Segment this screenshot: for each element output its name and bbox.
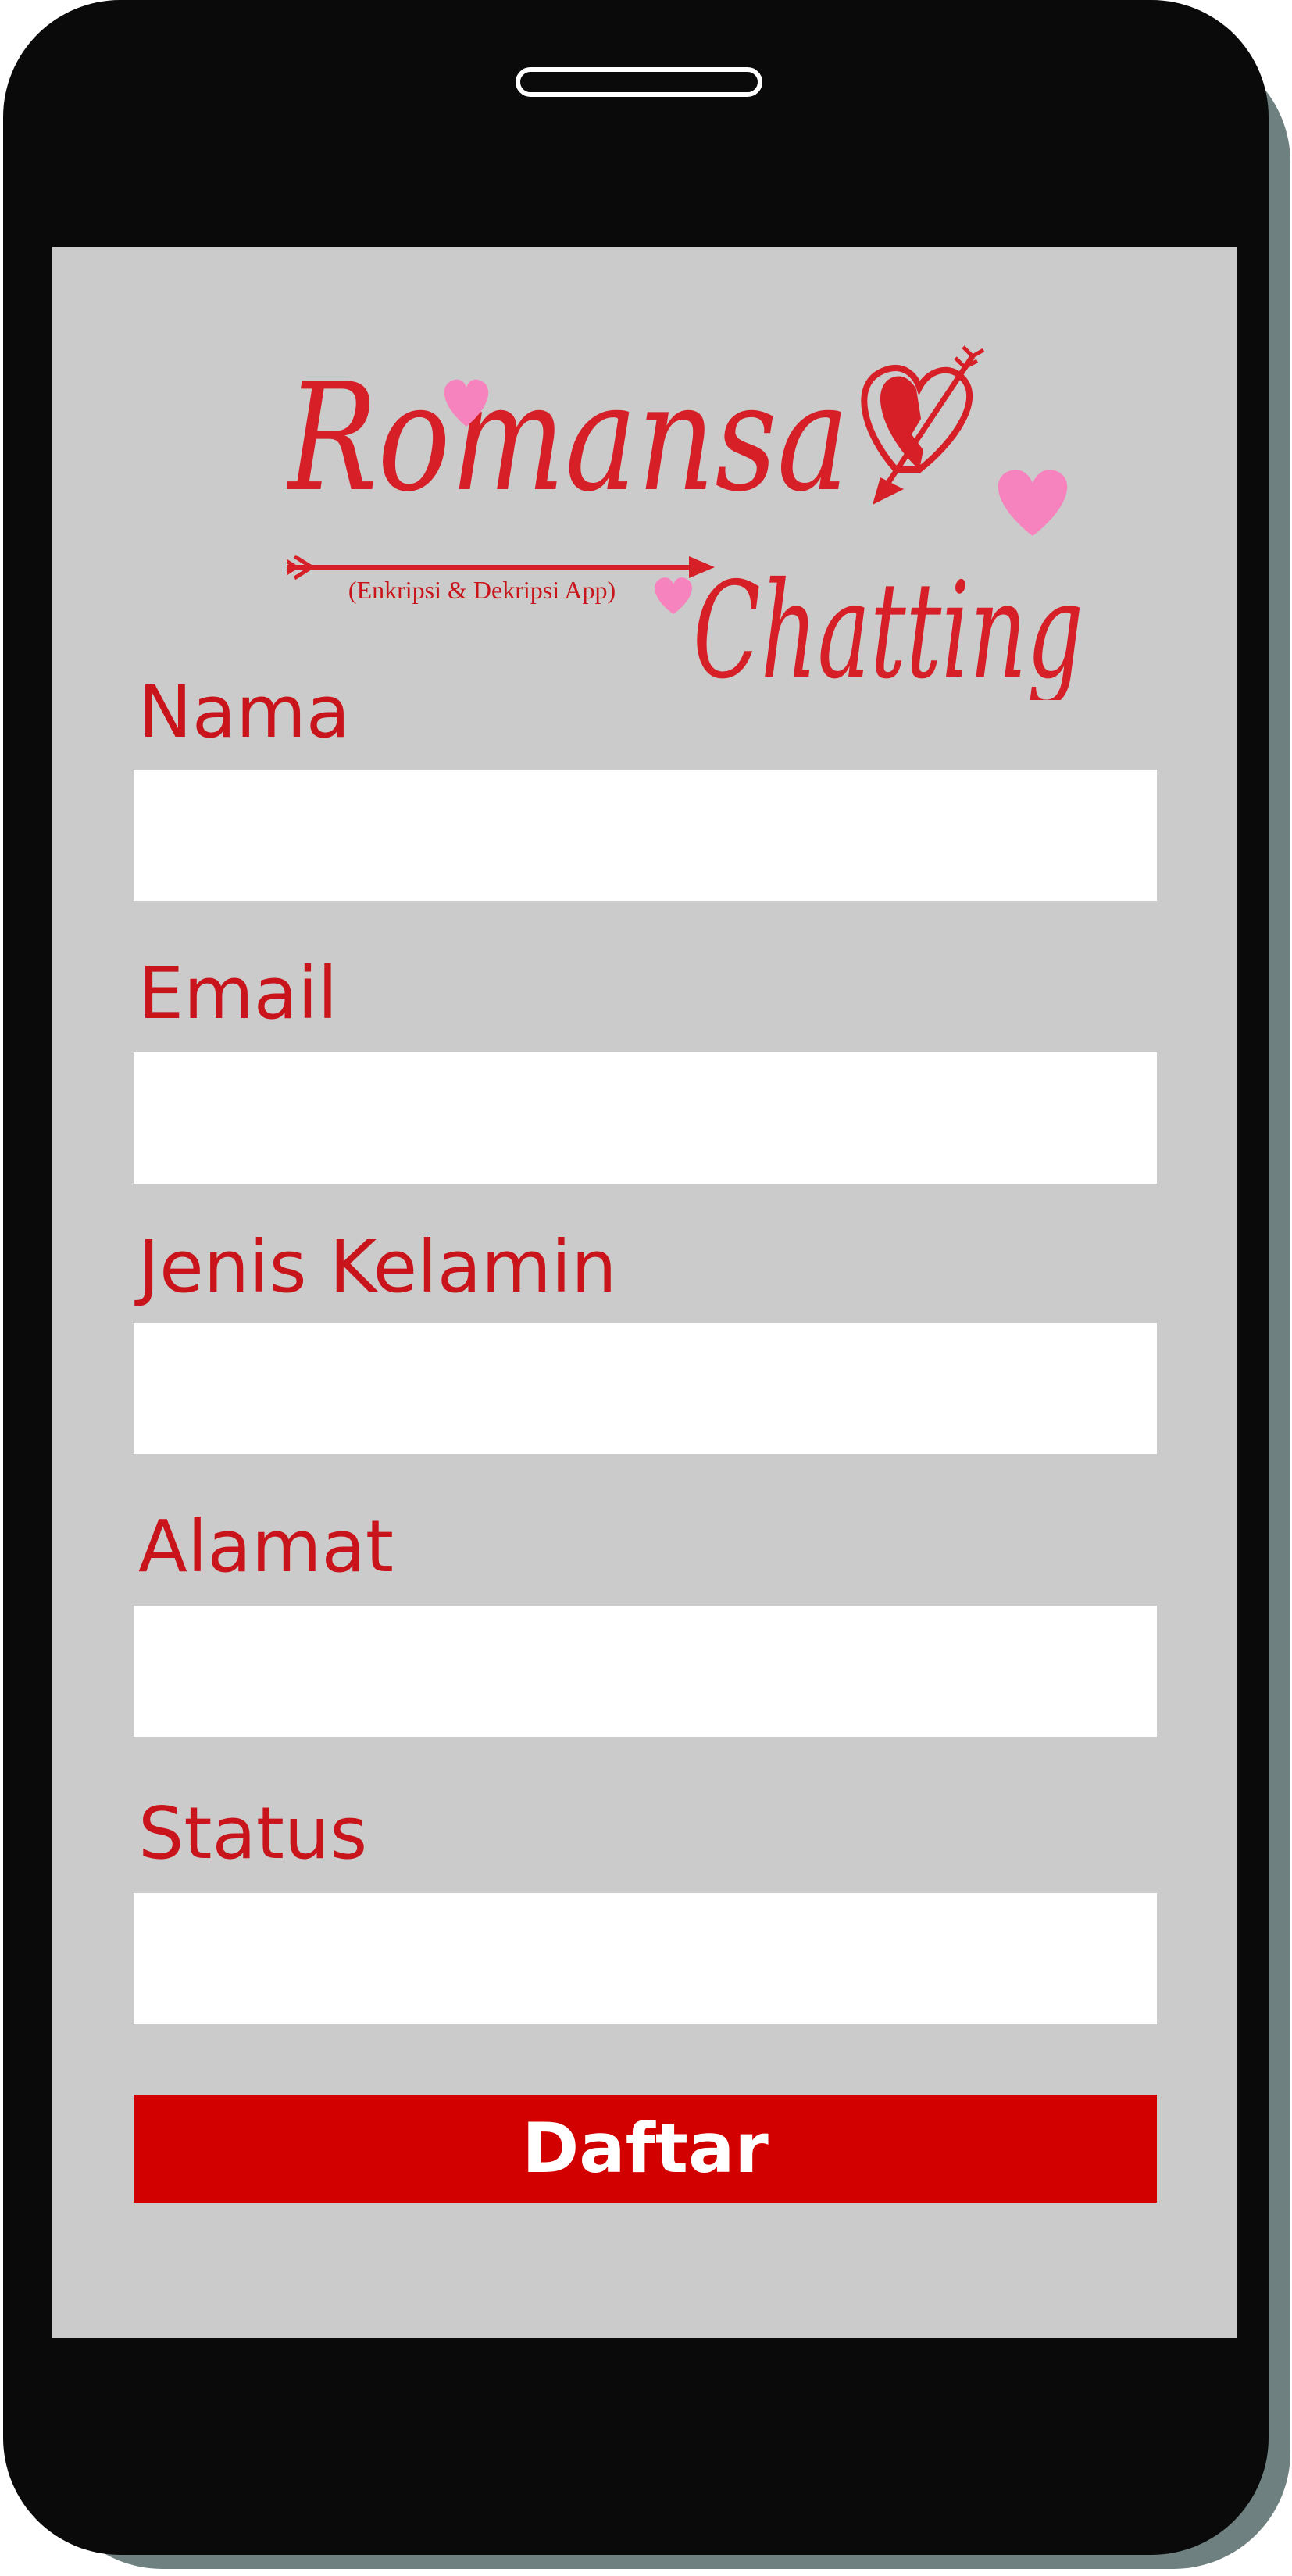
address-label: Alamat xyxy=(138,1505,394,1588)
arrow-icon xyxy=(287,554,715,581)
broken-heart-arrow-icon xyxy=(861,345,985,505)
status-label: Status xyxy=(138,1792,368,1875)
email-input[interactable] xyxy=(134,1052,1157,1184)
status-input[interactable] xyxy=(134,1893,1157,2024)
phone-speaker xyxy=(516,67,762,97)
name-input[interactable] xyxy=(134,770,1157,901)
address-input[interactable] xyxy=(134,1606,1157,1737)
app-name-line2: Chatting xyxy=(693,554,1083,700)
app-name-line1: Romansa xyxy=(287,352,849,524)
app-screen: Romansa Chatting (Enkripsi & Dekripsi Ap… xyxy=(52,247,1237,2338)
gender-label: Jenis Kelamin xyxy=(138,1225,617,1309)
phone-frame: Romansa Chatting (Enkripsi & Dekripsi Ap… xyxy=(3,0,1269,2555)
email-label: Email xyxy=(138,952,338,1035)
heart-icon xyxy=(998,470,1068,536)
heart-icon xyxy=(655,577,692,614)
app-subtitle: (Enkripsi & Dekripsi App) xyxy=(348,576,616,604)
app-logo: Romansa Chatting (Enkripsi & Dekripsi Ap… xyxy=(287,345,1083,700)
name-label: Nama xyxy=(138,670,351,754)
gender-input[interactable] xyxy=(134,1323,1157,1454)
register-button[interactable]: Daftar xyxy=(134,2095,1157,2203)
